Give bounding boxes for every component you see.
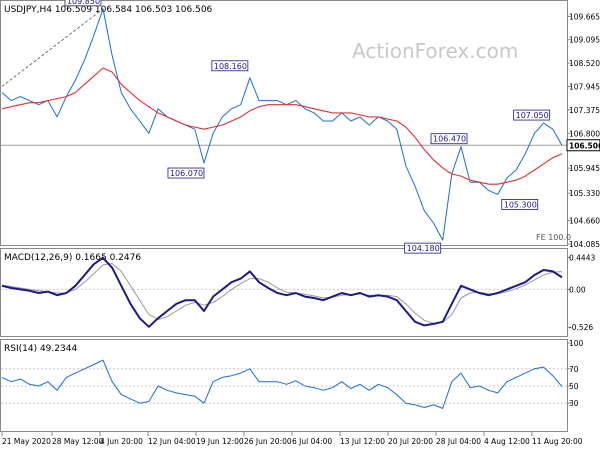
- annotation-label: 109.850: [67, 0, 100, 6]
- x-tick-label: 28 May 12:00: [52, 437, 104, 446]
- price-y-tick-label: 107.375: [569, 106, 600, 115]
- last-price-label: 106.506: [569, 141, 600, 150]
- x-tick-label: 12 Jun 04:00: [148, 437, 196, 446]
- chart-canvas: ActionForex.com USDJPY,H4 106.509 106.58…: [0, 0, 600, 446]
- x-tick-label: 4 Jun 20:00: [100, 437, 143, 446]
- x-tick-label: 4 Aug 12:00: [484, 437, 530, 446]
- annotation-label: 105.300: [504, 200, 537, 209]
- price-y-tick-label: 105.330: [569, 189, 600, 198]
- price-panel-title: USDJPY,H4 106.509 106.584 106.503 106.50…: [4, 5, 213, 15]
- x-tick-label: 11 Aug 20:00: [532, 437, 583, 446]
- price-y-tick-label: 105.945: [569, 164, 600, 173]
- price-y-tick-label: 104.085: [569, 240, 600, 249]
- price-y-tick-label: 104.660: [569, 217, 600, 226]
- rsi-axis: 100 70 50 30: [567, 339, 584, 408]
- rsi-y-tick-label: 30: [569, 399, 579, 408]
- x-tick-label: 21 May 2020: [2, 437, 51, 446]
- macd-y-tick-label: -0.526: [569, 323, 593, 332]
- rsi-y-tick-label: 70: [569, 365, 579, 374]
- price-y-tick-label: 109.095: [569, 36, 600, 45]
- x-tick-label: 26 Jun 20:00: [244, 437, 292, 446]
- price-panel-frame: [0, 0, 568, 246]
- x-tick-label: 20 Jul 20:00: [388, 437, 433, 446]
- watermark: ActionForex.com: [352, 39, 518, 63]
- price-axis: 109.665 109.095 108.520 107.945 107.375 106.8…: [567, 12, 600, 249]
- rsi-y-tick-label: 100: [569, 339, 584, 348]
- macd-panel-title: MACD(12,26,9) 0.1665 0.2476: [4, 253, 141, 263]
- price-y-tick-label: 106.800: [569, 129, 600, 138]
- price-y-tick-label: 109.665: [569, 12, 600, 21]
- annotation-label: 108.160: [214, 62, 247, 71]
- x-tick-label: 13 Jul 12:00: [340, 437, 385, 446]
- x-tick-label: 28 Jul 04:00: [436, 437, 481, 446]
- rsi-panel-title: RSI(14) 49.2344: [4, 344, 77, 354]
- fe-label: FE 100.0: [536, 233, 571, 242]
- rsi-y-tick-label: 50: [569, 382, 579, 391]
- annotation-label: 106.070: [170, 169, 203, 178]
- annotation-label: 104.180: [407, 244, 440, 253]
- x-axis: 21 May 2020 28 May 12:004 Jun 20:00 12 Jun…: [1, 432, 583, 446]
- annotation-label: 106.470: [433, 135, 466, 144]
- price-y-tick-label: 107.945: [569, 83, 600, 92]
- annotation-label: 107.050: [516, 111, 549, 120]
- x-tick-label: 19 Jun 12:00: [196, 437, 244, 446]
- macd-y-tick-label: 0.4443: [569, 253, 595, 262]
- macd-y-tick-label: 0.00: [569, 285, 586, 294]
- price-y-tick-label: 108.520: [569, 59, 600, 68]
- chart-window: ActionForex.com USDJPY,H4 106.509 106.58…: [0, 0, 600, 450]
- x-tick-label: 6 Jul 04:00: [292, 437, 332, 446]
